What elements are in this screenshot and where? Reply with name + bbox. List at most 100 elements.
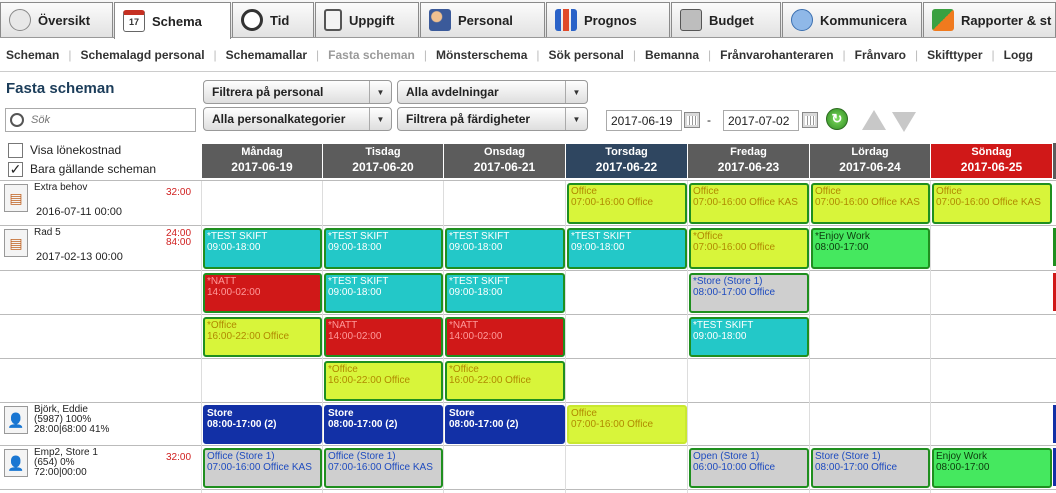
shift-block[interactable]: Store 08:00-17:00 (2) — [203, 405, 322, 444]
day-header[interactable]: Lördag 2017-06-24 — [809, 143, 931, 179]
shift-time: 16:00-22:00 Office — [207, 331, 290, 342]
tab-prognos[interactable]: Prognos — [546, 2, 670, 37]
filter-personal-dropdown[interactable]: Filtrera på personal ▼ — [203, 80, 392, 104]
day-date: 2017-06-25 — [960, 160, 1023, 174]
subnav-fasta-scheman[interactable]: Fasta scheman — [328, 48, 415, 62]
shift-block[interactable]: Office 07:00-16:00 Office — [567, 183, 687, 224]
arrow-down-icon[interactable] — [892, 112, 916, 132]
tab-schema[interactable]: 17 Schema — [114, 2, 231, 39]
tab-personal[interactable]: Personal — [420, 2, 545, 37]
subnav-scheman[interactable]: Scheman — [6, 48, 59, 62]
shift-block[interactable]: Enjoy Work 08:00-17:00 — [932, 448, 1052, 488]
shift-block[interactable]: Open (Store 1) 06:00-10:00 Office — [689, 448, 809, 488]
shift-block[interactable]: Office (Store 1) 07:00-16:00 Office KAS — [203, 448, 322, 488]
employee-name[interactable]: Extra behov — [34, 183, 87, 193]
day-header[interactable]: Fredag 2017-06-23 — [687, 143, 810, 179]
tab-uppgift[interactable]: Uppgift — [315, 2, 419, 37]
shift-time: 08:00-17:00 — [936, 462, 990, 473]
calendar-picker-icon[interactable] — [802, 112, 818, 128]
date-to-input[interactable]: 2017-07-02 — [723, 110, 799, 131]
refresh-icon[interactable]: ↻ — [826, 108, 848, 130]
shift-time: 07:00-16:00 Office — [693, 242, 776, 253]
shift-block[interactable]: *TEST SKIFT 09:00-18:00 — [324, 228, 443, 269]
day-header[interactable]: Måndag 2017-06-19 — [201, 143, 323, 179]
shift-block[interactable]: Office (Store 1) 07:00-16:00 Office KAS — [324, 448, 443, 488]
shift-block[interactable]: *TEST SKIFT 09:00-18:00 — [203, 228, 322, 269]
day-date: 2017-06-22 — [595, 160, 658, 174]
categories-dropdown[interactable]: Alla personalkategorier ▼ — [203, 107, 392, 131]
shift-block[interactable]: Store 08:00-17:00 (2) — [445, 405, 565, 444]
shift-time: 09:00-18:00 — [328, 242, 382, 253]
shift-block[interactable]: Office 07:00-16:00 Office KAS — [689, 183, 809, 224]
tab-budget[interactable]: Budget — [671, 2, 781, 37]
day-header[interactable]: Söndag 2017-06-25 — [930, 143, 1053, 179]
departments-dropdown[interactable]: Alla avdelningar ▼ — [397, 80, 588, 104]
tab-label: Rapporter & st — [961, 12, 1052, 28]
shift-time: 14:00-02:00 — [449, 331, 503, 342]
shift-name: Office — [936, 186, 962, 197]
shift-block[interactable]: *NATT 14:00-02:00 — [203, 273, 322, 313]
day-header[interactable]: Torsdag 2017-06-22 — [565, 143, 688, 179]
show-salary-checkbox[interactable] — [8, 143, 23, 158]
avatar-icon[interactable]: 👤 — [4, 449, 28, 477]
employee-name[interactable]: Emp2, Store 1 (654) 0% 72:00|00:00 — [34, 448, 98, 478]
subnav-monsterschema[interactable]: Mönsterschema — [436, 48, 527, 62]
avatar-icon[interactable]: 👤 — [4, 406, 28, 434]
subnav-schemalagd-personal[interactable]: Schemalagd personal — [80, 48, 204, 62]
tab-tid[interactable]: Tid — [232, 2, 314, 37]
shift-block[interactable]: Office 07:00-16:00 Office — [567, 405, 687, 444]
subnav-skifttyper[interactable]: Skifttyper — [927, 48, 982, 62]
shift-block[interactable]: *NATT 14:00-02:00 — [324, 317, 443, 357]
employee-name[interactable]: Rad 5 — [34, 228, 61, 238]
subnav-schemamallar[interactable]: Schemamallar — [226, 48, 307, 62]
shift-time: 08:00-17:00 Office — [815, 462, 898, 473]
tab-kommunicera[interactable]: Kommunicera — [782, 2, 922, 37]
shift-name: *TEST SKIFT — [693, 320, 754, 331]
search-box[interactable] — [5, 108, 196, 132]
subnav-sok-personal[interactable]: Sök personal — [549, 48, 624, 62]
employee-name[interactable]: Björk, Eddie (5987) 100% 28:00|68:00 41% — [34, 405, 109, 435]
shift-block[interactable]: *Office 16:00-22:00 Office — [203, 317, 322, 357]
subnav-franvarohanteraren[interactable]: Frånvarohanteraren — [720, 48, 833, 62]
shift-time: 09:00-18:00 — [693, 331, 747, 342]
column-divider — [930, 181, 931, 493]
shift-block[interactable]: *NATT 14:00-02:00 — [445, 317, 565, 357]
shift-block[interactable]: Store (Store 1) 08:00-17:00 Office — [811, 448, 930, 488]
subnav-franvaro[interactable]: Frånvaro — [855, 48, 906, 62]
shift-block[interactable]: *TEST SKIFT 09:00-18:00 — [689, 317, 809, 357]
subnav-bemanna[interactable]: Bemanna — [645, 48, 699, 62]
shift-name: Store — [449, 408, 475, 419]
schedule-icon[interactable]: ▤ — [4, 229, 28, 257]
current-schedules-checkbox[interactable]: ✓ — [8, 162, 23, 177]
shift-block[interactable]: Store 08:00-17:00 (2) — [324, 405, 443, 444]
tab-label: Uppgift — [349, 12, 395, 28]
calendar-picker-icon[interactable] — [684, 112, 700, 128]
shift-block[interactable]: *Office 07:00-16:00 Office — [689, 228, 809, 269]
tab-rapporter[interactable]: Rapporter & st — [923, 2, 1056, 37]
shift-block[interactable]: *TEST SKIFT 09:00-18:00 — [445, 228, 565, 269]
column-divider — [565, 181, 566, 493]
shift-block[interactable]: *TEST SKIFT 09:00-18:00 — [567, 228, 687, 269]
skills-dropdown[interactable]: Filtrera på färdigheter ▼ — [397, 107, 588, 131]
shift-name: *Office — [328, 364, 358, 375]
search-input[interactable] — [31, 114, 181, 126]
shift-block[interactable]: *TEST SKIFT 09:00-18:00 — [445, 273, 565, 313]
shift-block[interactable]: *Office 16:00-22:00 Office — [445, 361, 565, 401]
arrow-up-icon[interactable] — [862, 110, 886, 130]
shift-block[interactable]: *Office 16:00-22:00 Office — [324, 361, 443, 401]
show-salary-label: Visa lönekostnad — [30, 143, 122, 157]
day-header[interactable]: Onsdag 2017-06-21 — [443, 143, 566, 179]
day-header[interactable]: Tisdag 2017-06-20 — [322, 143, 444, 179]
shift-block[interactable]: *Enjoy Work 08:00-17:00 — [811, 228, 930, 269]
shift-block[interactable]: Office 07:00-16:00 Office KAS — [811, 183, 930, 224]
tab-oversikt[interactable]: Översikt — [0, 2, 113, 37]
subnav-logg[interactable]: Logg — [1004, 48, 1033, 62]
shift-block[interactable]: Office 07:00-16:00 Office KAS — [932, 183, 1052, 224]
shift-block[interactable]: *Store (Store 1) 08:00-17:00 Office — [689, 273, 809, 313]
shift-block[interactable]: *TEST SKIFT 09:00-18:00 — [324, 273, 443, 313]
shift-name: Open (Store 1) — [693, 451, 760, 462]
shift-name: *Office — [207, 320, 237, 331]
date-from-input[interactable]: 2017-06-19 — [606, 110, 682, 131]
categories-label: Alla personalkategorier — [212, 112, 346, 126]
schedule-icon[interactable]: ▤ — [4, 184, 28, 212]
